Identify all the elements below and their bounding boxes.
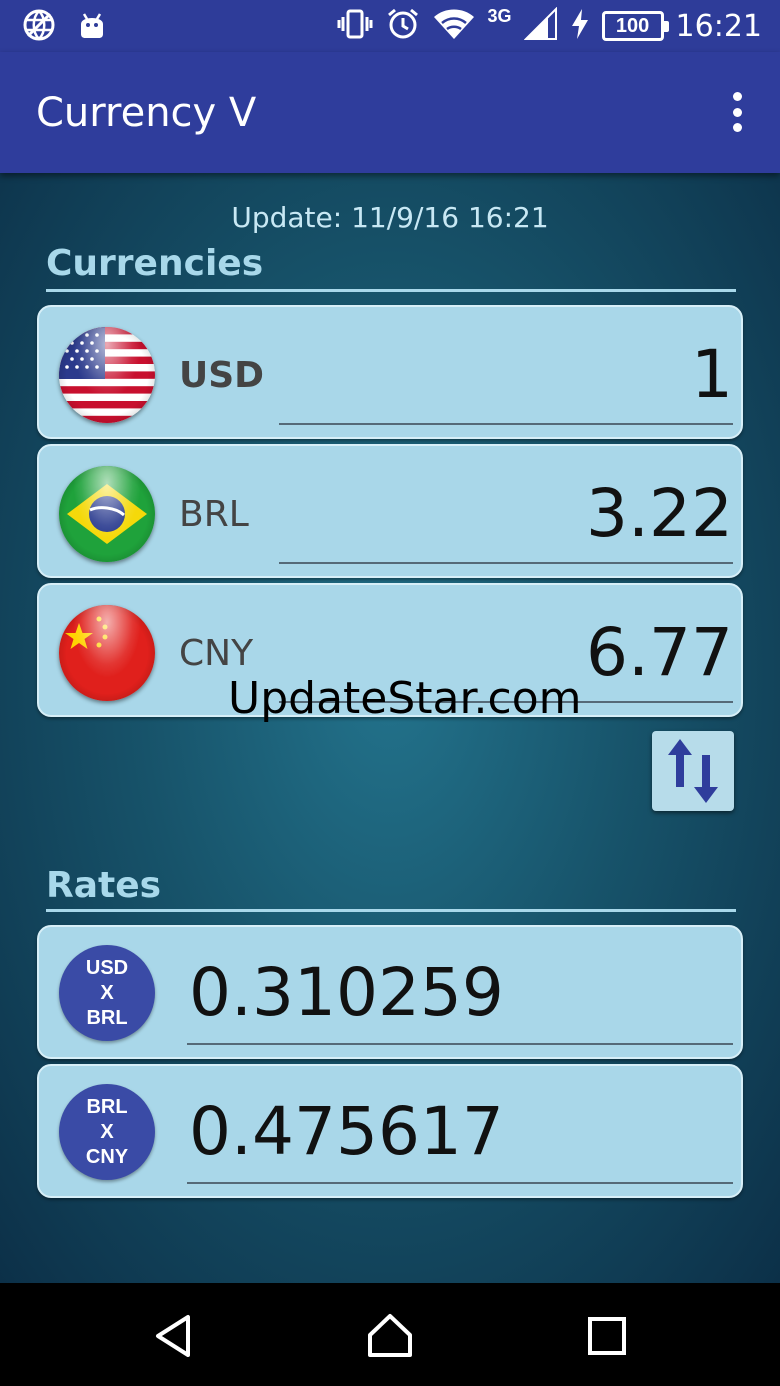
clock: 16:21 bbox=[675, 8, 762, 44]
status-bar: 3G 100 16:21 bbox=[0, 0, 780, 52]
main-content: Update: 11/9/16 16:21 Currencies USD 1 B… bbox=[0, 173, 780, 1283]
network-type-label: 3G bbox=[487, 5, 512, 26]
home-button[interactable] bbox=[365, 1311, 415, 1361]
rate-value-field: 0.310259 bbox=[187, 947, 733, 1045]
china-flag-icon bbox=[59, 605, 155, 701]
us-flag-icon bbox=[59, 327, 155, 423]
globe-icon bbox=[22, 8, 56, 47]
currency-value-usd: 1 bbox=[691, 336, 733, 413]
rate-value-field: 0.475617 bbox=[187, 1086, 733, 1184]
swap-button[interactable] bbox=[652, 731, 734, 811]
currency-value-input-usd[interactable]: 1 bbox=[279, 327, 733, 425]
rate-separator: X bbox=[100, 981, 114, 1004]
currency-value-cny: 6.77 bbox=[586, 614, 733, 691]
rate-from: USD bbox=[85, 956, 129, 979]
vibrate-icon bbox=[336, 7, 374, 46]
rate-to: CNY bbox=[85, 1145, 129, 1168]
rate-row-brl-cny: BRL X CNY 0.475617 bbox=[37, 1064, 743, 1198]
currency-value-brl: 3.22 bbox=[586, 475, 733, 552]
overflow-menu-icon[interactable] bbox=[730, 92, 744, 132]
app-title: Currency V bbox=[36, 90, 257, 136]
currency-value-input-brl[interactable]: 3.22 bbox=[279, 466, 733, 564]
currency-code-cny: CNY bbox=[179, 633, 254, 674]
recents-button[interactable] bbox=[582, 1311, 632, 1361]
watermark: UpdateStar.com bbox=[228, 673, 582, 724]
rate-from: BRL bbox=[86, 1095, 128, 1118]
rate-pair-badge: USD X BRL bbox=[59, 945, 155, 1041]
app-bar: Currency V bbox=[0, 52, 780, 173]
home-icon bbox=[368, 1314, 412, 1357]
charging-icon bbox=[570, 8, 590, 45]
currency-code-usd: USD bbox=[179, 355, 265, 396]
rate-value: 0.310259 bbox=[189, 954, 504, 1031]
rate-pair-badge: BRL X CNY bbox=[59, 1084, 155, 1180]
alarm-icon bbox=[386, 7, 420, 46]
swap-arrows-icon bbox=[668, 739, 718, 803]
rates-divider bbox=[46, 909, 736, 912]
currency-row-brl: BRL 3.22 bbox=[37, 444, 743, 578]
rate-separator: X bbox=[100, 1120, 114, 1143]
update-timestamp: Update: 11/9/16 16:21 bbox=[231, 201, 549, 234]
battery-icon: 100 bbox=[601, 11, 669, 41]
brazil-flag-icon bbox=[59, 466, 155, 562]
currency-code-brl: BRL bbox=[179, 494, 249, 535]
currency-row-usd: USD 1 bbox=[37, 305, 743, 439]
android-icon bbox=[78, 10, 106, 45]
rate-value: 0.475617 bbox=[189, 1093, 504, 1170]
rate-to: BRL bbox=[86, 1006, 128, 1029]
rate-row-usd-brl: USD X BRL 0.310259 bbox=[37, 925, 743, 1059]
currencies-section-title: Currencies bbox=[46, 243, 264, 284]
battery-level: 100 bbox=[615, 14, 650, 37]
currencies-divider bbox=[46, 289, 736, 292]
wifi-icon bbox=[432, 7, 476, 46]
back-triangle-icon bbox=[156, 1315, 190, 1357]
rates-section-title: Rates bbox=[46, 865, 162, 906]
navigation-bar bbox=[0, 1283, 780, 1386]
back-button[interactable] bbox=[150, 1311, 200, 1361]
recents-square-icon bbox=[588, 1317, 626, 1355]
signal-icon bbox=[523, 6, 558, 46]
